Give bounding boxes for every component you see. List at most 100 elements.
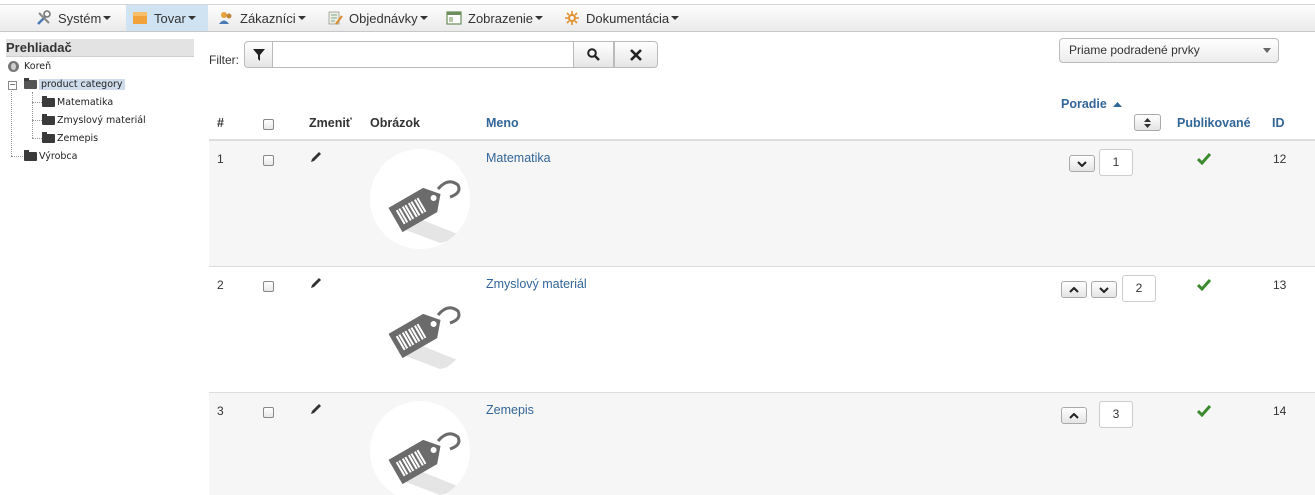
table-row: 1 Matematika 1 12 (209, 140, 1315, 266)
users-icon (219, 12, 232, 24)
move-down-button[interactable] (1091, 281, 1117, 298)
row-checkbox[interactable] (263, 407, 274, 418)
row-checkbox[interactable] (263, 281, 274, 292)
chevron-up-icon (1069, 412, 1079, 419)
collapse-icon[interactable]: − (8, 81, 17, 90)
search-icon (587, 48, 600, 61)
product-thumbnail (370, 275, 470, 375)
table-row: 3 Zemepis 3 14 (209, 392, 1315, 495)
tree-connector (32, 92, 33, 138)
table-row: 2 Zmyslový materiál 2 13 (209, 266, 1315, 392)
tree-connector (32, 138, 42, 139)
filter-input[interactable] (273, 41, 573, 68)
tree-node-vyrobca[interactable]: Výrobca (24, 149, 77, 163)
filter-label: Filter: (209, 53, 239, 67)
price-tag-icon (388, 432, 465, 495)
header-number: # (217, 116, 224, 130)
menu-documentation[interactable]: Dokumentácia (558, 5, 685, 31)
filter-options-button[interactable] (244, 41, 273, 68)
row-number: 1 (217, 152, 224, 166)
row-number: 3 (217, 404, 224, 418)
header-published[interactable]: Publikované (1177, 116, 1251, 130)
header-name[interactable]: Meno (486, 116, 519, 130)
move-down-button[interactable] (1069, 155, 1095, 172)
chevron-down-icon (297, 16, 306, 20)
menu-goods[interactable]: Tovar (126, 5, 208, 31)
row-id: 14 (1273, 404, 1287, 418)
tree-node-label: Zemepis (57, 132, 99, 144)
order-input[interactable]: 3 (1099, 401, 1133, 428)
published-check-icon[interactable] (1197, 405, 1211, 417)
row-number: 2 (217, 278, 224, 292)
menu-view[interactable]: Zobrazenie (440, 5, 549, 31)
folder-icon (42, 113, 55, 125)
menu-system[interactable]: Systém (30, 5, 117, 31)
funnel-icon (252, 48, 265, 61)
published-check-icon[interactable] (1197, 279, 1211, 291)
tree-node-root[interactable]: Koreň (8, 59, 51, 73)
product-thumbnail (370, 149, 470, 249)
select-all-checkbox[interactable] (263, 119, 274, 130)
row-checkbox[interactable] (263, 155, 274, 166)
tree-node-zemepis[interactable]: Zemepis (42, 131, 98, 145)
top-menu-bar: Systém Tovar Zákazníci Objednávky Zobraz… (0, 4, 1315, 32)
move-up-button[interactable] (1061, 407, 1087, 424)
tree-connector (11, 156, 23, 157)
menu-customers-label: Zákazníci (240, 10, 296, 26)
order-input[interactable]: 2 (1122, 275, 1156, 302)
folder-open-icon (24, 77, 37, 89)
tree-node-label: Zmyslový materiál (57, 114, 146, 126)
row-name-link[interactable]: Zmyslový materiál (486, 277, 587, 291)
menu-system-label: Systém (58, 10, 102, 26)
pencil-icon[interactable] (309, 150, 323, 164)
tree-node-label: Matematika (57, 96, 114, 108)
menu-orders[interactable]: Objednávky (321, 5, 434, 31)
published-check-icon[interactable] (1197, 153, 1211, 165)
docs-icon (565, 11, 579, 25)
order-input[interactable]: 1 (1099, 149, 1133, 176)
row-id: 12 (1273, 152, 1287, 166)
tree-node-product-category[interactable]: product category (24, 77, 125, 91)
globe-icon (8, 60, 19, 72)
folder-icon (42, 95, 55, 107)
folder-icon (24, 149, 37, 161)
price-tag-icon (388, 180, 465, 243)
orders-icon (328, 11, 343, 25)
tree-connector (11, 84, 12, 156)
header-id[interactable]: ID (1272, 116, 1285, 130)
tree-node-label: product category (39, 78, 125, 90)
tools-icon (37, 10, 51, 25)
product-thumbnail (370, 401, 470, 495)
folder-icon (42, 131, 55, 143)
chevron-up-icon (1069, 286, 1079, 293)
tree-node-label: Koreň (24, 60, 52, 72)
row-name-link[interactable]: Matematika (486, 151, 551, 165)
tree-node-matematika[interactable]: Matematika (42, 95, 113, 109)
save-order-button[interactable] (1134, 114, 1161, 131)
row-name-link[interactable]: Zemepis (486, 403, 534, 417)
move-up-button[interactable] (1061, 281, 1087, 298)
search-button[interactable] (573, 41, 614, 68)
view-mode-value: Priame podradené prvky (1069, 43, 1200, 57)
sidebar-title: Prehliadač (6, 39, 194, 57)
chevron-down-icon (1099, 286, 1109, 293)
tree-node-label: Výrobca (39, 150, 78, 162)
chevron-down-icon (419, 16, 428, 20)
chevron-down-icon (1263, 48, 1271, 53)
menu-customers[interactable]: Zákazníci (212, 5, 312, 31)
header-order[interactable]: Poradie (1061, 97, 1123, 111)
pencil-icon[interactable] (309, 276, 323, 290)
clear-filter-button[interactable] (614, 41, 658, 68)
row-id: 13 (1273, 278, 1287, 292)
view-mode-select[interactable]: Priame podradené prvky (1059, 38, 1279, 63)
sort-asc-icon (1113, 102, 1123, 107)
header-edit: Zmeniť (309, 116, 352, 130)
chevron-down-icon (103, 16, 112, 20)
display-icon (446, 11, 462, 25)
tree-node-zmyslovy-material[interactable]: Zmyslový materiál (42, 113, 146, 127)
menu-documentation-label: Dokumentácia (586, 10, 670, 26)
pencil-icon[interactable] (309, 402, 323, 416)
menu-orders-label: Objednávky (349, 10, 418, 26)
chevron-down-icon (187, 16, 196, 20)
header-image: Obrázok (370, 116, 421, 130)
